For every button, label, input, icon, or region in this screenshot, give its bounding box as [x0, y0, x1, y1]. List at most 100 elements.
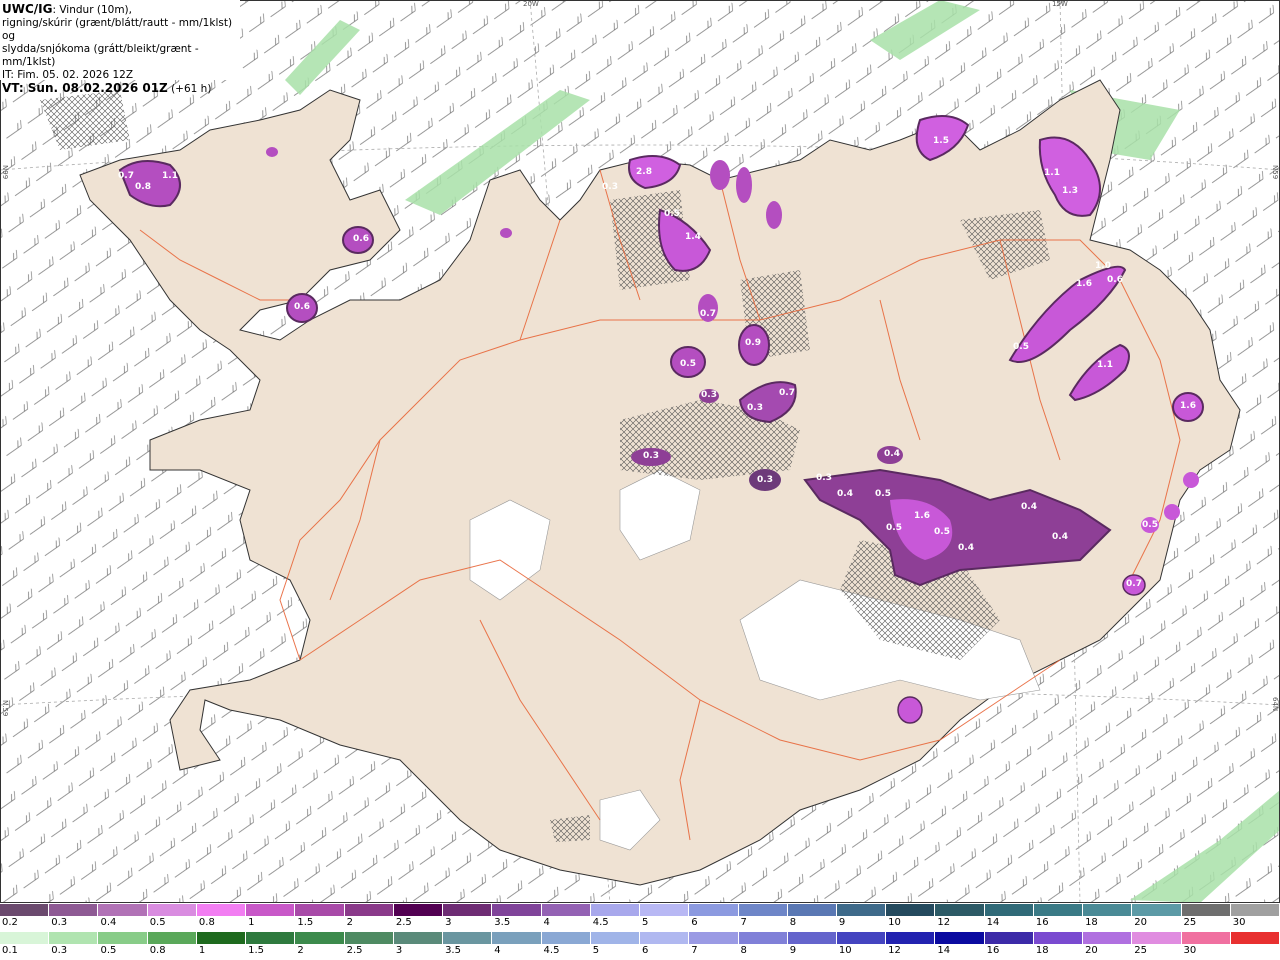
legend-swatch: [246, 904, 296, 916]
legend-label: 25: [1183, 917, 1197, 928]
lat-label-left-1: N99: [1, 165, 9, 180]
lon-label-20w: 20W: [523, 0, 539, 8]
precip-value-label: 0.7: [1126, 579, 1142, 589]
header-line1: UWC/IG: Vindur (10m),: [2, 3, 238, 17]
precip-value-label: 0.5: [1013, 342, 1029, 352]
legend-swatch: [295, 904, 345, 916]
lat-label-left-2: N.59: [1, 700, 9, 717]
legend-label: 2.5: [395, 917, 412, 928]
legend-label: 16: [986, 945, 1000, 956]
precip-value-label: 0.3: [701, 390, 717, 400]
precip-value-label: 0.6: [294, 302, 310, 312]
legend-label: 1.5: [297, 917, 314, 928]
legend-swatch: [492, 904, 542, 916]
legend-label: 0.8: [198, 917, 215, 928]
legend-swatch: [1132, 904, 1182, 916]
legend-label: 0.2: [2, 917, 18, 928]
legend-snow-labels: 0.2 0.3 0.4 0.5 0.8 1 1.5 2 2.5 3 3.5 4 4.5 5 6 7 8 9 10 12…: [0, 917, 1280, 931]
lat-label-right-1: N59: [1271, 165, 1279, 180]
legend-swatch: [49, 932, 99, 944]
precip-value-label: 0.9: [745, 338, 761, 348]
legend-label: 7: [740, 917, 747, 928]
legend-label: 8: [740, 945, 747, 956]
precip-value-label: 0.4: [1052, 532, 1068, 542]
legend-label: 16: [1035, 917, 1049, 928]
legend-swatch: [0, 904, 50, 916]
legend-label: 10: [838, 945, 852, 956]
legend-label: 0.4: [100, 917, 117, 928]
legend-swatch: [393, 932, 444, 944]
precip-value-label: 0.3: [643, 451, 659, 461]
precip-value-label: 0.4: [884, 449, 900, 459]
legend-swatch: [443, 932, 493, 944]
legend-label: 20: [1134, 917, 1148, 928]
legend-label: 5: [592, 945, 600, 956]
legend-swatch: [590, 932, 641, 944]
legend-swatch: [344, 932, 394, 944]
legend-label: 9: [789, 945, 797, 956]
legend-swatch: [738, 932, 788, 944]
legend-label: 2.5: [346, 945, 363, 956]
precip-value-label: 0.3: [757, 475, 773, 485]
legend-label: 6: [691, 917, 698, 928]
legend-swatch: [295, 932, 345, 944]
legend-label: 9: [838, 917, 846, 928]
legend-label: 3: [445, 917, 452, 928]
legend-swatch: [98, 932, 148, 944]
precip-value-label: 0.5: [875, 489, 891, 499]
precip-value-label: 1.6: [1076, 279, 1092, 289]
legend-swatch: [1230, 932, 1280, 944]
legend-swatch: [147, 932, 197, 944]
legend-label: 5: [642, 917, 649, 928]
legend-swatch: [541, 932, 591, 944]
valid-time-bold: VT: Sun. 08.02.2026 01Z: [2, 81, 168, 95]
legend-snow-colorbar: [0, 904, 1280, 916]
precip-value-label: 0.5: [934, 527, 950, 537]
precip-value-label: 0.7: [118, 171, 134, 181]
legend-label: 30: [1183, 945, 1197, 956]
legend-swatch: [640, 904, 690, 916]
legend-rain-labels: 0.1 0.3 0.5 0.8 1 1.5 2 2.5 3 3.5 4 4.5 5 6 7 8 9 10 12 14 1…: [0, 945, 1280, 959]
header-line1-text: : Vindur (10m),: [52, 4, 132, 16]
legend-swatch: [1033, 932, 1084, 944]
precip-value-label: 0.8: [135, 182, 151, 192]
legend-label: 12: [888, 945, 901, 956]
header-line3: slydda/snjókoma (grátt/bleikt/grænt - mm…: [2, 43, 199, 68]
legend-swatch: [689, 932, 739, 944]
legend-label: 0.1: [2, 945, 18, 956]
legend-swatch: [1181, 904, 1231, 916]
legend-label: 0.5: [149, 917, 166, 928]
legend-swatch: [836, 932, 887, 944]
legend-label: 25: [1134, 945, 1148, 956]
legend-swatch: [1230, 904, 1280, 916]
legend-label: 3.5: [445, 945, 461, 956]
legend-swatch: [196, 932, 247, 944]
legend-swatch: [0, 932, 50, 944]
legend-swatch: [1083, 904, 1133, 916]
legend-label: 7: [691, 945, 698, 956]
precip-value-label: 2.8: [636, 167, 652, 177]
legend-swatch: [541, 904, 591, 916]
precip-value-label: 1.4: [685, 232, 701, 242]
header-line2: rigning/skúrir (grænt/blátt/rautt - mm/1…: [2, 17, 233, 42]
legend-swatch: [984, 932, 1034, 944]
legend-swatch: [640, 932, 690, 944]
precip-value-label: 0.4: [958, 543, 974, 553]
legend-label: 0.5: [100, 945, 117, 956]
precip-value-label: 0.7: [700, 309, 716, 319]
legend-swatch: [886, 932, 936, 944]
legend-label: 3: [395, 945, 403, 956]
precip-value-label: 1.1: [1044, 168, 1060, 178]
legend-label: 1: [198, 945, 206, 956]
legend-swatch: [196, 904, 247, 916]
legend-swatch: [1132, 932, 1182, 944]
legend-label: 3.5: [494, 917, 511, 928]
precip-value-label: 1.1: [1097, 360, 1113, 370]
legend-swatch: [98, 904, 148, 916]
legend-label: 4.5: [592, 917, 609, 928]
legend-swatch: [590, 904, 641, 916]
lon-label-15w: 15W: [1052, 0, 1068, 8]
precip-value-label: 0.3: [602, 182, 618, 192]
precip-value-label: 1.1: [162, 171, 178, 181]
legend-swatch: [344, 904, 394, 916]
